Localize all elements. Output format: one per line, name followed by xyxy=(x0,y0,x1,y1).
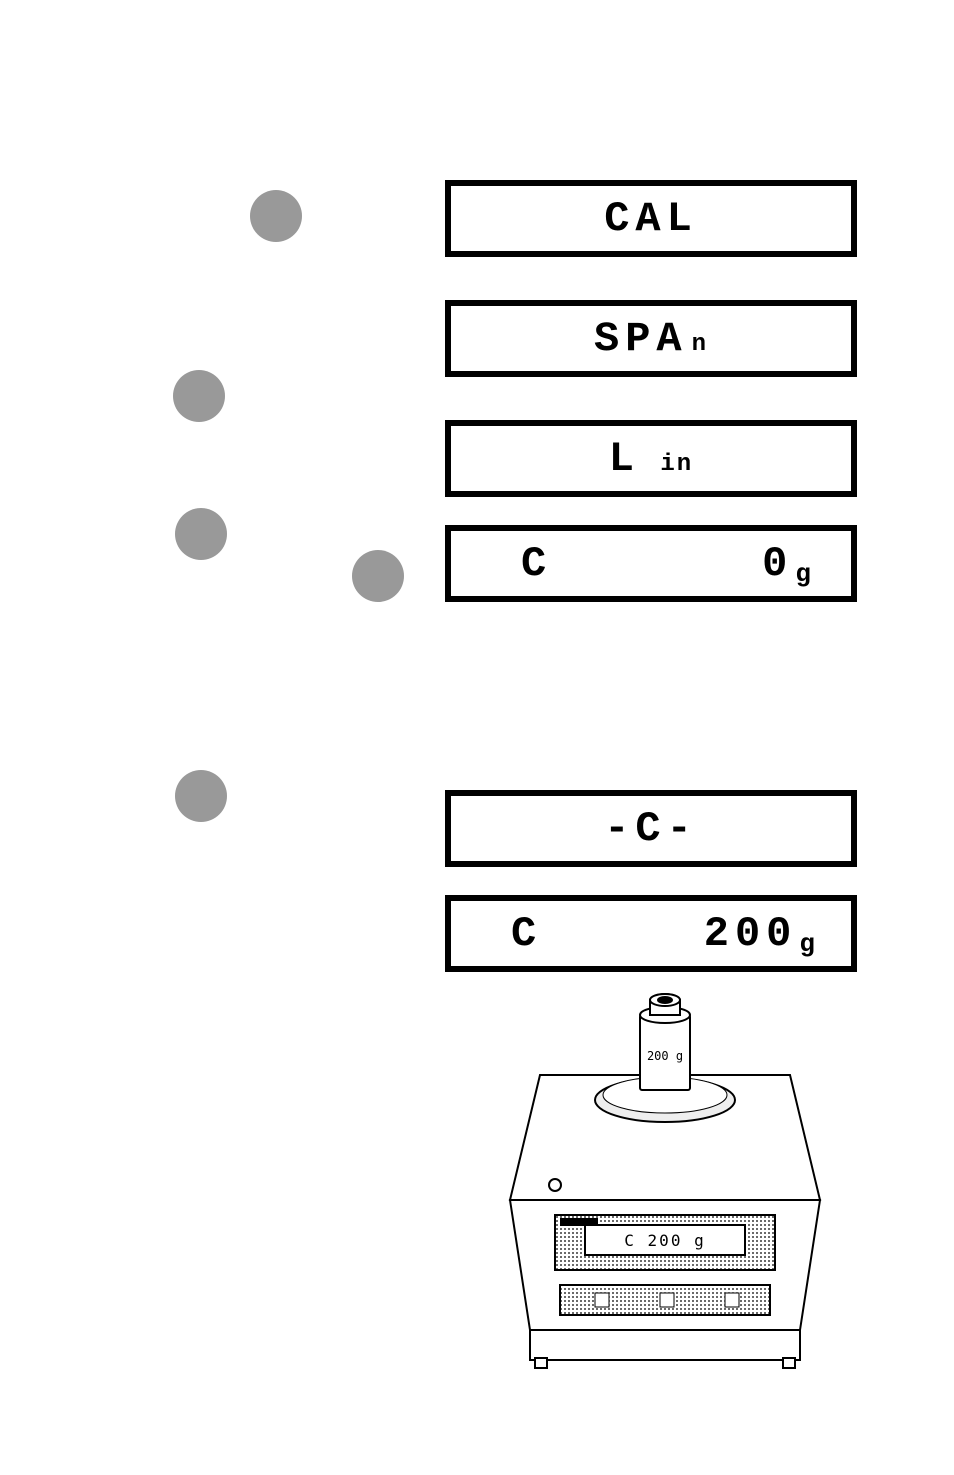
lcd-left: C xyxy=(521,540,552,588)
calibration-weight-icon xyxy=(640,994,690,1090)
lcd-display-lin: L in xyxy=(445,420,857,497)
lcd-unit: g xyxy=(799,929,821,959)
lcd-display-cal: CAL xyxy=(445,180,857,257)
lcd-text: CAL xyxy=(604,195,698,243)
mini-lcd-text: C 200 g xyxy=(624,1231,705,1250)
step-bullet-3 xyxy=(175,508,227,560)
step-bullet-1 xyxy=(250,190,302,242)
lcd-text: -C- xyxy=(604,805,698,853)
lcd-display-c200g: C 200 g xyxy=(445,895,857,972)
step-bullet-5 xyxy=(175,770,227,822)
lcd-right: 0 xyxy=(762,540,793,588)
lcd-display-dash-c-dash: -C- xyxy=(445,790,857,867)
balance-scale-illustration: 200 g C 200 g xyxy=(500,960,830,1380)
lcd-display-c0g: C 0 g xyxy=(445,525,857,602)
lcd-sub: in xyxy=(644,451,693,478)
lcd-display-span: SPAn xyxy=(445,300,857,377)
step-bullet-2 xyxy=(173,370,225,422)
lcd-left: C xyxy=(511,910,542,958)
lcd-sub: n xyxy=(692,331,708,358)
lcd-right: 200 xyxy=(704,910,798,958)
step-bullet-4 xyxy=(352,550,404,602)
lcd-unit: g xyxy=(795,559,817,589)
weight-label: 200 g xyxy=(647,1049,683,1063)
lcd-text: SPA xyxy=(594,315,688,363)
lcd-text: L xyxy=(609,435,640,483)
